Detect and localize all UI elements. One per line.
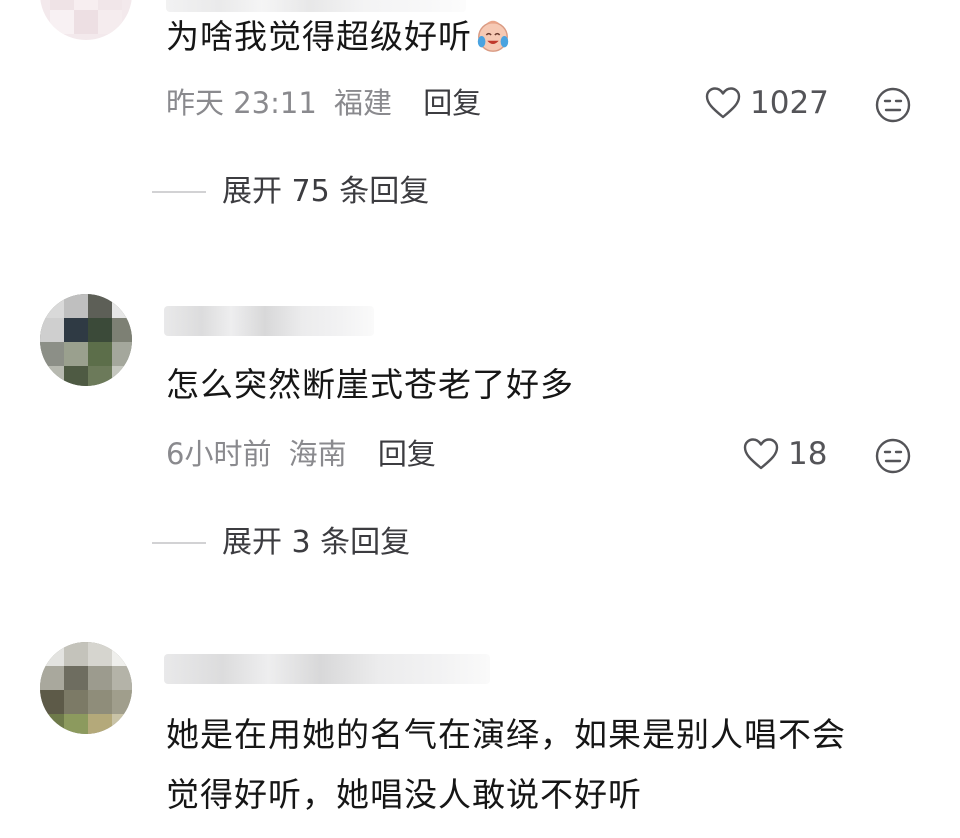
comment-meta: 昨天 23:11 福建 回复 bbox=[166, 83, 481, 123]
neutral-face-icon[interactable] bbox=[874, 86, 912, 124]
expand-replies-label: 展开 75 条回复 bbox=[222, 174, 430, 209]
username[interactable] bbox=[166, 0, 466, 12]
expand-replies-button[interactable]: 展开 75 条回复 bbox=[152, 172, 429, 212]
comment-text-line-1: 她是在用她的名气在演绎，如果是别人唱不会 bbox=[166, 715, 846, 754]
divider bbox=[152, 542, 206, 544]
comment-item: 她是在用她的名气在演绎，如果是别人唱不会 觉得好听，她唱没人敢说不好听 bbox=[0, 628, 960, 838]
reply-button[interactable]: 回复 bbox=[378, 437, 436, 471]
crying-laughing-face-icon bbox=[477, 20, 509, 52]
comment-text: 怎么突然断崖式苍老了好多 bbox=[166, 365, 574, 404]
like-button[interactable]: 1027 bbox=[704, 83, 829, 123]
comment-text: 为啥我觉得超级好听 bbox=[166, 14, 512, 60]
reply-button[interactable]: 回复 bbox=[423, 86, 481, 120]
comment-meta: 6小时前 海南 回复 bbox=[166, 434, 436, 474]
comment-item: 怎么突然断崖式苍老了好多 6小时前 海南 回复 18 展开 3 条回复 bbox=[0, 280, 960, 580]
like-button[interactable]: 18 bbox=[742, 434, 827, 474]
comment-location: 海南 bbox=[288, 437, 347, 471]
avatar[interactable] bbox=[40, 0, 132, 40]
neutral-face-icon[interactable] bbox=[874, 437, 912, 475]
comment-text-line-2: 觉得好听，她唱没人敢说不好听 bbox=[166, 775, 642, 814]
comment-location: 福建 bbox=[334, 86, 393, 120]
comment-item: 为啥我觉得超级好听 昨天 23:11 福建 回复 1027 展开 75 条回复 bbox=[0, 0, 960, 230]
username[interactable] bbox=[164, 654, 490, 684]
avatar[interactable] bbox=[40, 642, 132, 734]
expand-replies-button[interactable]: 展开 3 条回复 bbox=[152, 523, 410, 563]
avatar[interactable] bbox=[40, 294, 132, 386]
like-count: 1027 bbox=[750, 85, 829, 121]
heart-outline-icon bbox=[705, 87, 741, 119]
like-count: 18 bbox=[788, 436, 828, 472]
expand-replies-label: 展开 3 条回复 bbox=[222, 525, 411, 560]
username[interactable] bbox=[164, 306, 374, 336]
comment-time: 昨天 23:11 bbox=[166, 86, 317, 120]
divider bbox=[152, 191, 206, 193]
comment-time: 6小时前 bbox=[166, 437, 272, 471]
heart-outline-icon bbox=[743, 438, 779, 470]
